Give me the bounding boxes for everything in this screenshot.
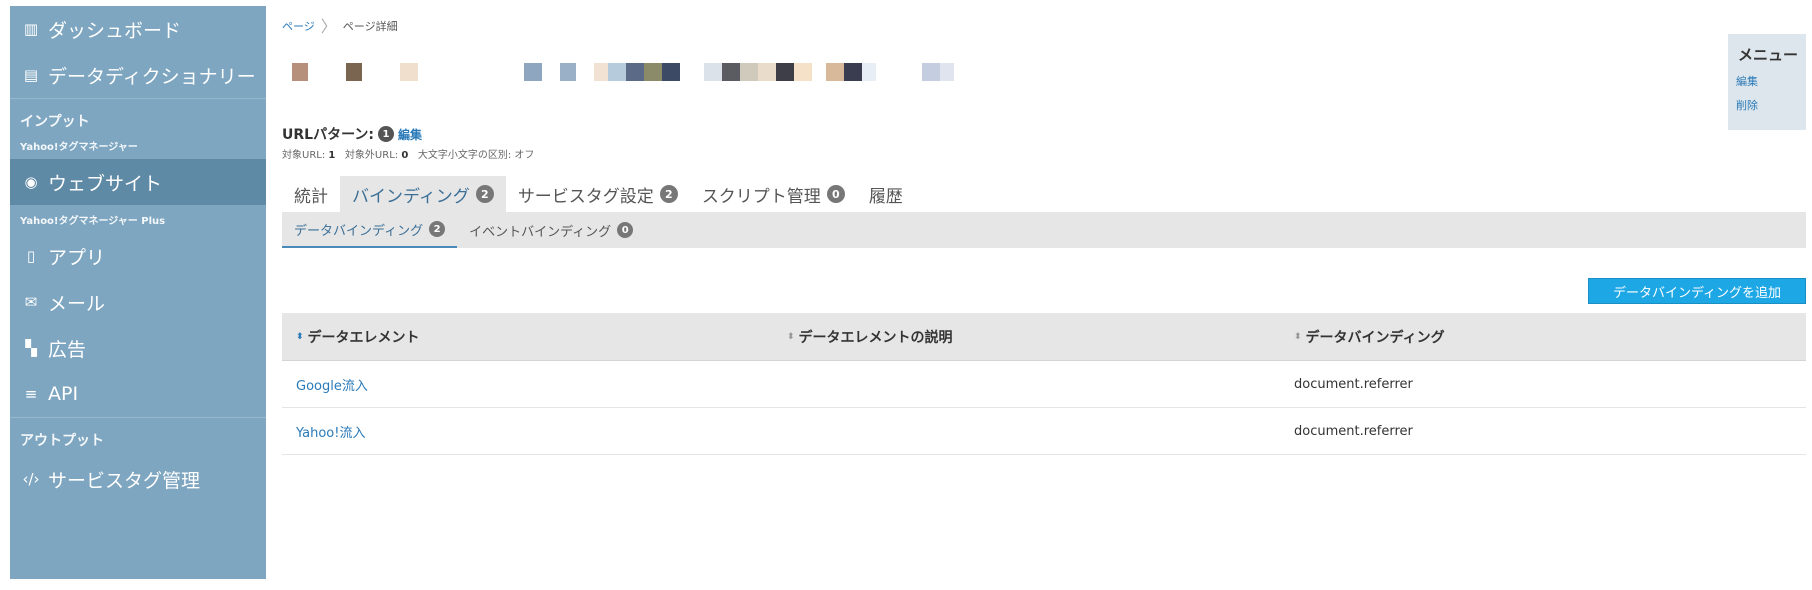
tab-bar: 統計 バインディング 2 サービスタグ設定 2 スクリプト管理 0 履歴 bbox=[282, 176, 915, 212]
data-element-link[interactable]: Yahoo!流入 bbox=[282, 422, 787, 441]
tab-label: バインディング bbox=[352, 186, 470, 207]
tab-label: 統計 bbox=[294, 186, 328, 207]
nav-label: API bbox=[48, 383, 79, 405]
subtab-event-binding[interactable]: イベントバインディング 0 bbox=[457, 212, 645, 248]
menu-edit-link[interactable]: 編集 bbox=[1736, 73, 1798, 89]
nav-dashboard[interactable]: ▥ ダッシュボード bbox=[10, 6, 266, 52]
subtab-label: データバインディング bbox=[294, 223, 424, 239]
nav-label: ダッシュボード bbox=[48, 19, 182, 42]
data-binding-value: document.referrer bbox=[1294, 376, 1413, 392]
tab-label: 履歴 bbox=[868, 186, 903, 207]
menu-delete-link[interactable]: 削除 bbox=[1736, 97, 1798, 113]
column-header-description[interactable]: ⬍ データエレメントの説明 bbox=[787, 327, 1294, 347]
tab-service-tag-settings[interactable]: サービスタグ設定 2 bbox=[506, 176, 690, 212]
column-header-data-element[interactable]: ⬍ データエレメント bbox=[282, 327, 787, 347]
section-output-label: アウトプット bbox=[20, 433, 104, 449]
nav-ad[interactable]: ▚ 広告 bbox=[10, 325, 266, 371]
table-row: Yahoo!流入 document.referrer bbox=[282, 408, 1806, 455]
nav-label: 広告 bbox=[48, 338, 87, 361]
ad-icon: ▚ bbox=[25, 339, 37, 357]
tab-binding[interactable]: バインディング 2 bbox=[340, 176, 506, 212]
nav-data-dictionary[interactable]: ▤ データディクショナリー bbox=[10, 52, 266, 98]
chevron-right-icon: 〉 bbox=[320, 16, 337, 36]
nav-label: サービスタグ管理 bbox=[48, 469, 201, 492]
column-header-label: データエレメント bbox=[307, 329, 420, 346]
table-row: Google流入 document.referrer bbox=[282, 361, 1806, 408]
nav-website[interactable]: ◉ ウェブサイト bbox=[10, 159, 266, 205]
data-binding-value: document.referrer bbox=[1294, 423, 1413, 439]
count-badge: 2 bbox=[429, 221, 446, 237]
sort-icon: ⬍ bbox=[787, 331, 795, 342]
count-badge: 2 bbox=[475, 185, 494, 203]
tab-label: スクリプト管理 bbox=[701, 186, 821, 207]
mail-icon: ✉ bbox=[24, 293, 38, 311]
tab-label: サービスタグ設定 bbox=[517, 186, 654, 207]
code-icon: ‹/› bbox=[22, 470, 40, 488]
count-badge: 2 bbox=[659, 185, 678, 203]
url-pattern-meta: 対象URL: 1 対象外URL: 0 大文字小文字の区別: オフ bbox=[282, 146, 534, 161]
table-header: ⬍ データエレメント ⬍ データエレメントの説明 ⬍ データバインディング bbox=[282, 313, 1806, 361]
column-header-label: データエレメントの説明 bbox=[798, 329, 953, 346]
target-url-value: 1 bbox=[328, 150, 336, 161]
tab-statistics[interactable]: 統計 bbox=[282, 176, 340, 212]
subtab-label: イベントバインディング bbox=[469, 224, 612, 240]
bar-chart-icon: ▥ bbox=[23, 20, 39, 38]
breadcrumb: ページ 〉 ページ詳細 bbox=[282, 18, 398, 34]
subtab-bar: データバインディング 2 イベントバインディング 0 bbox=[282, 212, 1806, 248]
add-data-binding-button[interactable]: データバインディングを追加 bbox=[1588, 278, 1806, 304]
ytm-label: Yahoo!タグマネージャー bbox=[20, 142, 138, 153]
count-badge: 0 bbox=[617, 222, 634, 238]
nav-label: アプリ bbox=[48, 246, 106, 269]
side-menu: メニュー 編集 削除 bbox=[1728, 34, 1806, 130]
sort-icon: ⬍ bbox=[1294, 331, 1302, 342]
tab-script-management[interactable]: スクリプト管理 0 bbox=[690, 176, 857, 212]
breadcrumb-current: ページ詳細 bbox=[342, 20, 398, 33]
nav-mail[interactable]: ✉ メール bbox=[10, 279, 266, 325]
case-sensitivity-label: 大文字小文字の区別: bbox=[417, 150, 512, 161]
globe-icon: ◉ bbox=[24, 173, 38, 191]
tab-history[interactable]: 履歴 bbox=[857, 176, 915, 212]
subtab-data-binding[interactable]: データバインディング 2 bbox=[282, 212, 458, 248]
nav-label: メール bbox=[48, 292, 106, 315]
url-pattern: URLパターン: 1 編集 bbox=[282, 124, 422, 144]
url-pattern-count-badge: 1 bbox=[377, 126, 394, 142]
book-icon: ▤ bbox=[23, 66, 39, 84]
menu-title: メニュー bbox=[1737, 46, 1798, 64]
data-binding-table: ⬍ データエレメント ⬍ データエレメントの説明 ⬍ データバインディング Go… bbox=[282, 313, 1806, 455]
mobile-icon: ▯ bbox=[26, 247, 36, 265]
url-pattern-label: URLパターン: bbox=[282, 127, 374, 143]
target-url-label: 対象URL: bbox=[282, 150, 326, 161]
nav-label: データディクショナリー bbox=[48, 65, 256, 88]
nav-app[interactable]: ▯ アプリ bbox=[10, 233, 266, 279]
nav-label: ウェブサイト bbox=[48, 172, 163, 195]
url-pattern-edit-link[interactable]: 編集 bbox=[398, 126, 422, 143]
case-sensitivity-value: オフ bbox=[514, 150, 535, 161]
redacted-page-title bbox=[282, 63, 982, 87]
excluded-url-value: 0 bbox=[401, 150, 409, 161]
main-content: ページ 〉 ページ詳細 メニュー 編集 削除 URLパターン: 1 編集 対象U… bbox=[282, 6, 1806, 584]
sort-icon: ⬍ bbox=[296, 331, 304, 342]
count-badge: 0 bbox=[826, 185, 845, 203]
nav-service-tag[interactable]: ‹/› サービスタグ管理 bbox=[10, 456, 266, 502]
api-icon: ≡ bbox=[24, 385, 38, 403]
nav-api[interactable]: ≡ API bbox=[10, 371, 266, 417]
section-input-label: インプット bbox=[20, 114, 90, 130]
data-element-link[interactable]: Google流入 bbox=[282, 375, 787, 394]
column-header-label: データバインディング bbox=[1305, 329, 1445, 346]
ytm-plus-label: Yahoo!タグマネージャー Plus bbox=[20, 216, 166, 227]
sidebar: ▥ ダッシュボード ▤ データディクショナリー インプット Yahoo!タグマネ… bbox=[10, 6, 266, 579]
column-header-data-binding[interactable]: ⬍ データバインディング bbox=[1294, 327, 1806, 347]
excluded-url-label: 対象外URL: bbox=[344, 150, 399, 161]
breadcrumb-page-link[interactable]: ページ bbox=[282, 18, 315, 34]
